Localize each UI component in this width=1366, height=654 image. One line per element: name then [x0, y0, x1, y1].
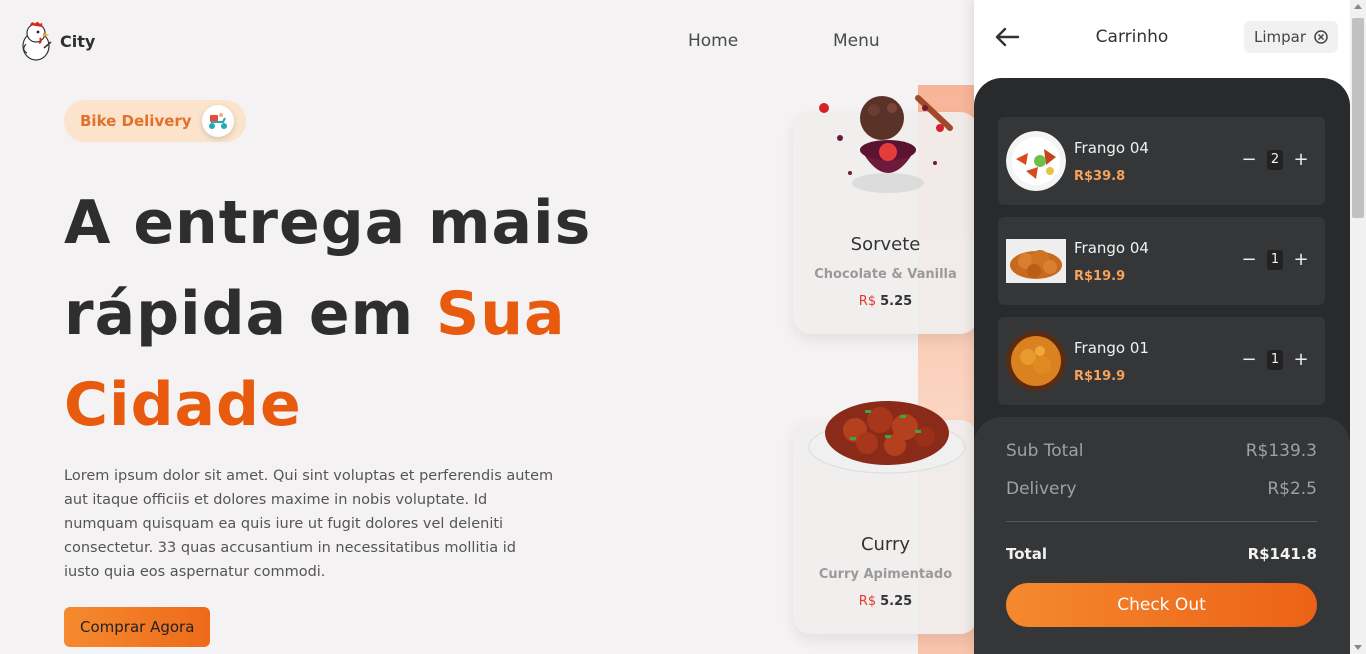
main-nav: Home Menu	[688, 31, 880, 51]
card-title: Sorvete	[850, 234, 921, 255]
subtotal-label: Sub Total	[1006, 441, 1084, 461]
decrease-quantity-button[interactable]: −	[1241, 251, 1257, 269]
hero-description: Lorem ipsum dolor sit amet. Qui sint vol…	[64, 468, 554, 580]
decrease-quantity-button[interactable]: −	[1241, 151, 1257, 169]
hero-title-accent-1: Sua	[436, 279, 566, 349]
item-image	[1006, 131, 1066, 191]
quantity-stepper: − 2 +	[1241, 150, 1309, 170]
subtotal-value: R$139.3	[1245, 441, 1317, 461]
cart-header: Carrinho Limpar	[974, 0, 1350, 78]
item-name: Frango 04	[1074, 239, 1149, 257]
scroll-up-arrow-icon[interactable]	[1354, 4, 1362, 9]
item-image	[1006, 239, 1066, 283]
total-value: R$141.8	[1247, 545, 1317, 563]
price-value: 5.25	[880, 594, 913, 609]
delivery-label: Delivery	[1006, 479, 1077, 499]
summary-divider	[1006, 521, 1317, 522]
card-description: Chocolate & Vanilla	[814, 267, 957, 282]
cart-item: Frango 04 R$19.9 − 1 +	[998, 217, 1325, 305]
checkout-button[interactable]: Check Out	[1006, 583, 1317, 627]
cart-summary: Sub Total R$139.3 Delivery R$2.5 Total R…	[974, 417, 1350, 654]
delivery-value: R$2.5	[1267, 479, 1317, 499]
nav-menu-link[interactable]: Menu	[833, 31, 880, 51]
price-value: 5.25	[880, 294, 913, 309]
total-row: Total R$141.8	[1006, 545, 1317, 563]
quantity-value: 1	[1267, 350, 1283, 370]
nav-home-link[interactable]: Home	[688, 31, 833, 51]
item-price: R$19.9	[1074, 269, 1126, 284]
hero-title-line2: rápida em	[64, 279, 415, 349]
cart-item: Frango 04 R$39.8 − 2 +	[998, 117, 1325, 205]
cart-body: Frango 04 R$39.8 − 2 + Frango 04 R$19.9 …	[974, 78, 1350, 654]
card-title: Curry	[860, 534, 911, 555]
item-name: Frango 01	[1074, 339, 1149, 357]
curry-dish-image	[808, 401, 966, 474]
badge-label: Bike Delivery	[80, 112, 192, 130]
page-scrollbar[interactable]	[1350, 0, 1366, 654]
increase-quantity-button[interactable]: +	[1293, 251, 1309, 269]
scroll-down-arrow-icon[interactable]	[1354, 645, 1362, 650]
quantity-stepper: − 1 +	[1241, 250, 1309, 270]
card-description: Curry Apimentado	[818, 567, 953, 582]
increase-quantity-button[interactable]: +	[1293, 351, 1309, 369]
clear-cart-label: Limpar	[1254, 28, 1307, 46]
item-price: R$39.8	[1074, 169, 1126, 184]
total-label: Total	[1006, 545, 1047, 563]
logo[interactable]: City	[18, 20, 95, 62]
chicken-mascot-icon	[22, 22, 52, 61]
cart-panel: Carrinho Limpar Frango 04 R$39.8 − 2 + F…	[974, 0, 1350, 654]
item-price: R$19.9	[1074, 369, 1126, 384]
quantity-stepper: − 1 +	[1241, 350, 1309, 370]
cart-title: Carrinho	[1095, 27, 1169, 47]
subtotal-row: Sub Total R$139.3	[1006, 441, 1317, 461]
cart-item: Frango 01 R$19.9 − 1 +	[998, 317, 1325, 405]
hero-title-accent-2: Cidade	[64, 370, 302, 440]
delivery-row: Delivery R$2.5	[1006, 479, 1317, 499]
item-image	[1006, 331, 1066, 391]
hero-title-line1: A entrega mais	[64, 188, 592, 258]
delivery-scooter-icon	[201, 105, 234, 137]
hero-title: A entrega mais rápida em Sua Cidade	[64, 178, 624, 451]
scroll-thumb[interactable]	[1352, 18, 1364, 218]
clear-cart-button[interactable]: Limpar	[1244, 21, 1339, 53]
quantity-value: 2	[1267, 150, 1283, 170]
currency-symbol: R$	[858, 294, 877, 309]
bike-delivery-badge: Bike Delivery	[64, 100, 246, 142]
buy-now-button[interactable]: Comprar Agora	[64, 607, 211, 647]
clear-icon	[1314, 30, 1328, 44]
item-name: Frango 04	[1074, 139, 1149, 157]
increase-quantity-button[interactable]: +	[1293, 151, 1309, 169]
decrease-quantity-button[interactable]: −	[1241, 351, 1257, 369]
quantity-value: 1	[1267, 250, 1283, 270]
ice-cream-image	[819, 95, 953, 193]
currency-symbol: R$	[858, 594, 877, 609]
card-price: R$ 5.25	[793, 594, 978, 609]
card-price: R$ 5.25	[793, 294, 978, 309]
brand-name: City	[60, 31, 96, 51]
